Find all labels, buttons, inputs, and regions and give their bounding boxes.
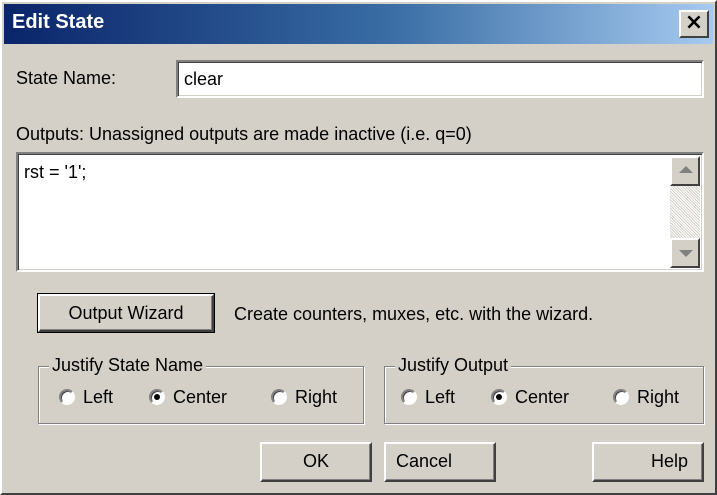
radio-label: Center (515, 387, 570, 407)
radio-icon (401, 389, 417, 405)
ok-button[interactable]: OK (260, 442, 372, 482)
help-label: Help (650, 451, 688, 471)
radio-label: Left (425, 387, 456, 407)
radio-label: Center (173, 387, 228, 407)
state-name-input[interactable] (184, 69, 694, 90)
state-name-label: State Name: (16, 68, 117, 88)
justify-output-legend: Justify Output (395, 355, 512, 376)
edit-state-dialog: Edit State × State Name: Outputs: Unassi… (0, 0, 717, 495)
outputs-box[interactable]: rst = '1'; (16, 152, 704, 272)
radio-label: Left (83, 387, 114, 407)
cancel-label: Cancel (396, 451, 453, 471)
help-button[interactable]: Help (592, 442, 704, 482)
radio-icon (59, 389, 75, 405)
wizard-hint: Create counters, muxes, etc. with the wi… (234, 304, 594, 324)
radio-icon (271, 389, 287, 405)
cancel-button[interactable]: Cancel (384, 442, 496, 482)
ok-label: OK (302, 451, 329, 471)
justify-output-group: Justify Output Left Center Right (384, 355, 704, 424)
justify-state-name-group: Justify State Name Left Center Right (38, 355, 364, 424)
outputs-scrollbar[interactable] (670, 156, 700, 268)
scroll-up-arrow-icon (679, 166, 693, 173)
output-wizard-button[interactable]: Output Wizard (38, 294, 214, 332)
close-icon: × (684, 10, 704, 35)
outputs-label: Outputs: Unassigned outputs are made ina… (16, 124, 472, 144)
justify-state-name-legend: Justify State Name (49, 355, 207, 376)
scroll-down-arrow-icon (679, 250, 693, 257)
close-button[interactable]: × (679, 10, 709, 38)
justify-state-name-center-radio[interactable]: Center (149, 387, 227, 408)
outputs-textarea[interactable]: rst = '1'; (24, 162, 664, 262)
justify-output-center-radio[interactable]: Center (491, 387, 569, 408)
radio-label: Right (637, 387, 680, 407)
state-name-field[interactable] (176, 60, 704, 98)
scroll-down-button[interactable] (670, 238, 700, 268)
radio-selected-icon (491, 389, 507, 405)
radio-label: Right (295, 387, 338, 407)
radio-icon (613, 389, 629, 405)
title-bar[interactable]: Edit State × (4, 4, 713, 44)
justify-state-name-right-radio[interactable]: Right (271, 387, 337, 408)
justify-output-right-radio[interactable]: Right (613, 387, 679, 408)
window-title: Edit State (12, 11, 105, 33)
justify-output-left-radio[interactable]: Left (401, 387, 455, 408)
output-wizard-label: Output Wizard (68, 303, 184, 323)
justify-state-name-left-radio[interactable]: Left (59, 387, 113, 408)
scroll-up-button[interactable] (670, 156, 700, 186)
radio-selected-icon (149, 389, 165, 405)
